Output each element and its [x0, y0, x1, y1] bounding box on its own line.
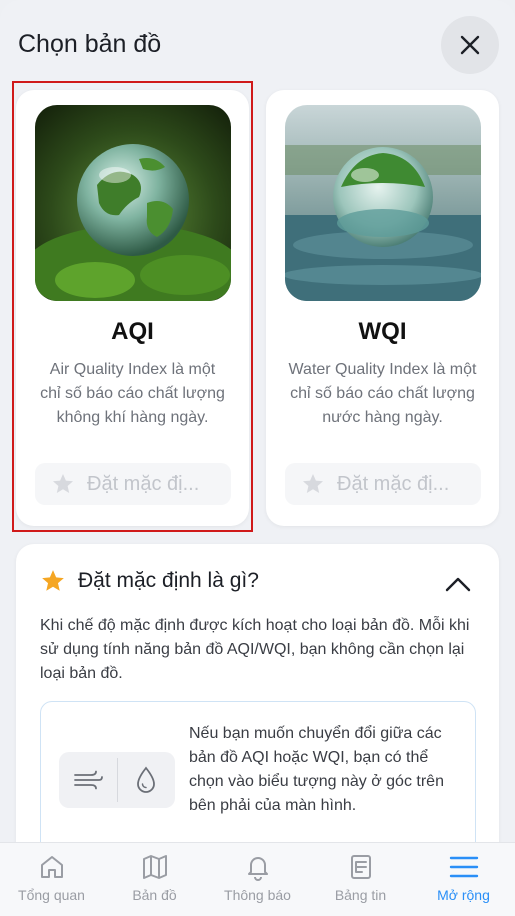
- star-icon: [53, 474, 73, 493]
- card-description-aqi: Air Quality Index là một chỉ số báo cáo …: [40, 361, 225, 426]
- info-header: Đặt mặc định là gì?: [40, 568, 259, 594]
- star-icon: [303, 474, 323, 493]
- tab-map[interactable]: Bản đồ: [103, 843, 206, 916]
- tab-notifications[interactable]: Thông báo: [206, 843, 309, 916]
- tab-news[interactable]: Bảng tin: [309, 843, 412, 916]
- hint-text: Nếu bạn muốn chuyển đổi giữa các bản đồ …: [189, 725, 444, 814]
- set-default-wqi-button[interactable]: Đặt mặc đị...: [285, 463, 481, 505]
- home-icon: [40, 856, 63, 878]
- card-description-wqi: Water Quality Index là một chỉ số báo cá…: [288, 361, 477, 426]
- star-icon: [42, 570, 64, 591]
- set-default-label: Đặt mặc đị...: [337, 472, 450, 495]
- collapse-button[interactable]: [442, 568, 474, 600]
- aqi-image: [35, 105, 231, 301]
- bottom-tab-bar: Tổng quan Bản đồ Thông báo Bảng tin Mở r…: [0, 842, 515, 916]
- news-icon: [350, 855, 371, 879]
- wind-icon: [59, 752, 117, 808]
- menu-icon: [449, 856, 478, 878]
- tab-label: Tổng quan: [18, 887, 85, 903]
- tab-overview[interactable]: Tổng quan: [0, 843, 103, 916]
- card-title-aqi: AQI: [111, 318, 154, 345]
- close-button[interactable]: [441, 16, 499, 74]
- map-switch-preview: [59, 752, 175, 808]
- tab-label: Mở rộng: [437, 887, 490, 903]
- page-title: Chọn bản đồ: [18, 30, 162, 58]
- bell-icon: [247, 857, 268, 881]
- set-default-label: Đặt mặc đị...: [87, 472, 200, 495]
- info-title: Đặt mặc định là gì?: [78, 569, 259, 592]
- tab-more[interactable]: Mở rộng: [412, 843, 515, 916]
- info-description: Khi chế độ mặc định được kích hoạt cho l…: [40, 617, 470, 682]
- water-drop-icon: [118, 752, 176, 808]
- tab-label: Bảng tin: [334, 887, 387, 903]
- map-icon: [142, 855, 167, 879]
- default-info-panel: Đặt mặc định là gì? Khi chế độ mặc định …: [16, 544, 499, 864]
- wqi-map-card[interactable]: WQI Water Quality Index là một chỉ số bá…: [266, 90, 499, 526]
- chevron-up-icon: [445, 577, 471, 592]
- tab-label: Thông báo: [224, 887, 291, 903]
- close-icon: [460, 35, 480, 55]
- card-title-wqi: WQI: [358, 318, 407, 345]
- aqi-map-card[interactable]: AQI Air Quality Index là một chỉ số báo …: [16, 90, 249, 526]
- wqi-image: [285, 105, 481, 301]
- tab-label: Bản đồ: [132, 887, 177, 903]
- hint-box: Nếu bạn muốn chuyển đổi giữa các bản đồ …: [40, 701, 476, 864]
- bottom-sheet: Chọn bản đồ AQI Air Quality Index là một…: [0, 0, 515, 916]
- set-default-aqi-button[interactable]: Đặt mặc đị...: [35, 463, 231, 505]
